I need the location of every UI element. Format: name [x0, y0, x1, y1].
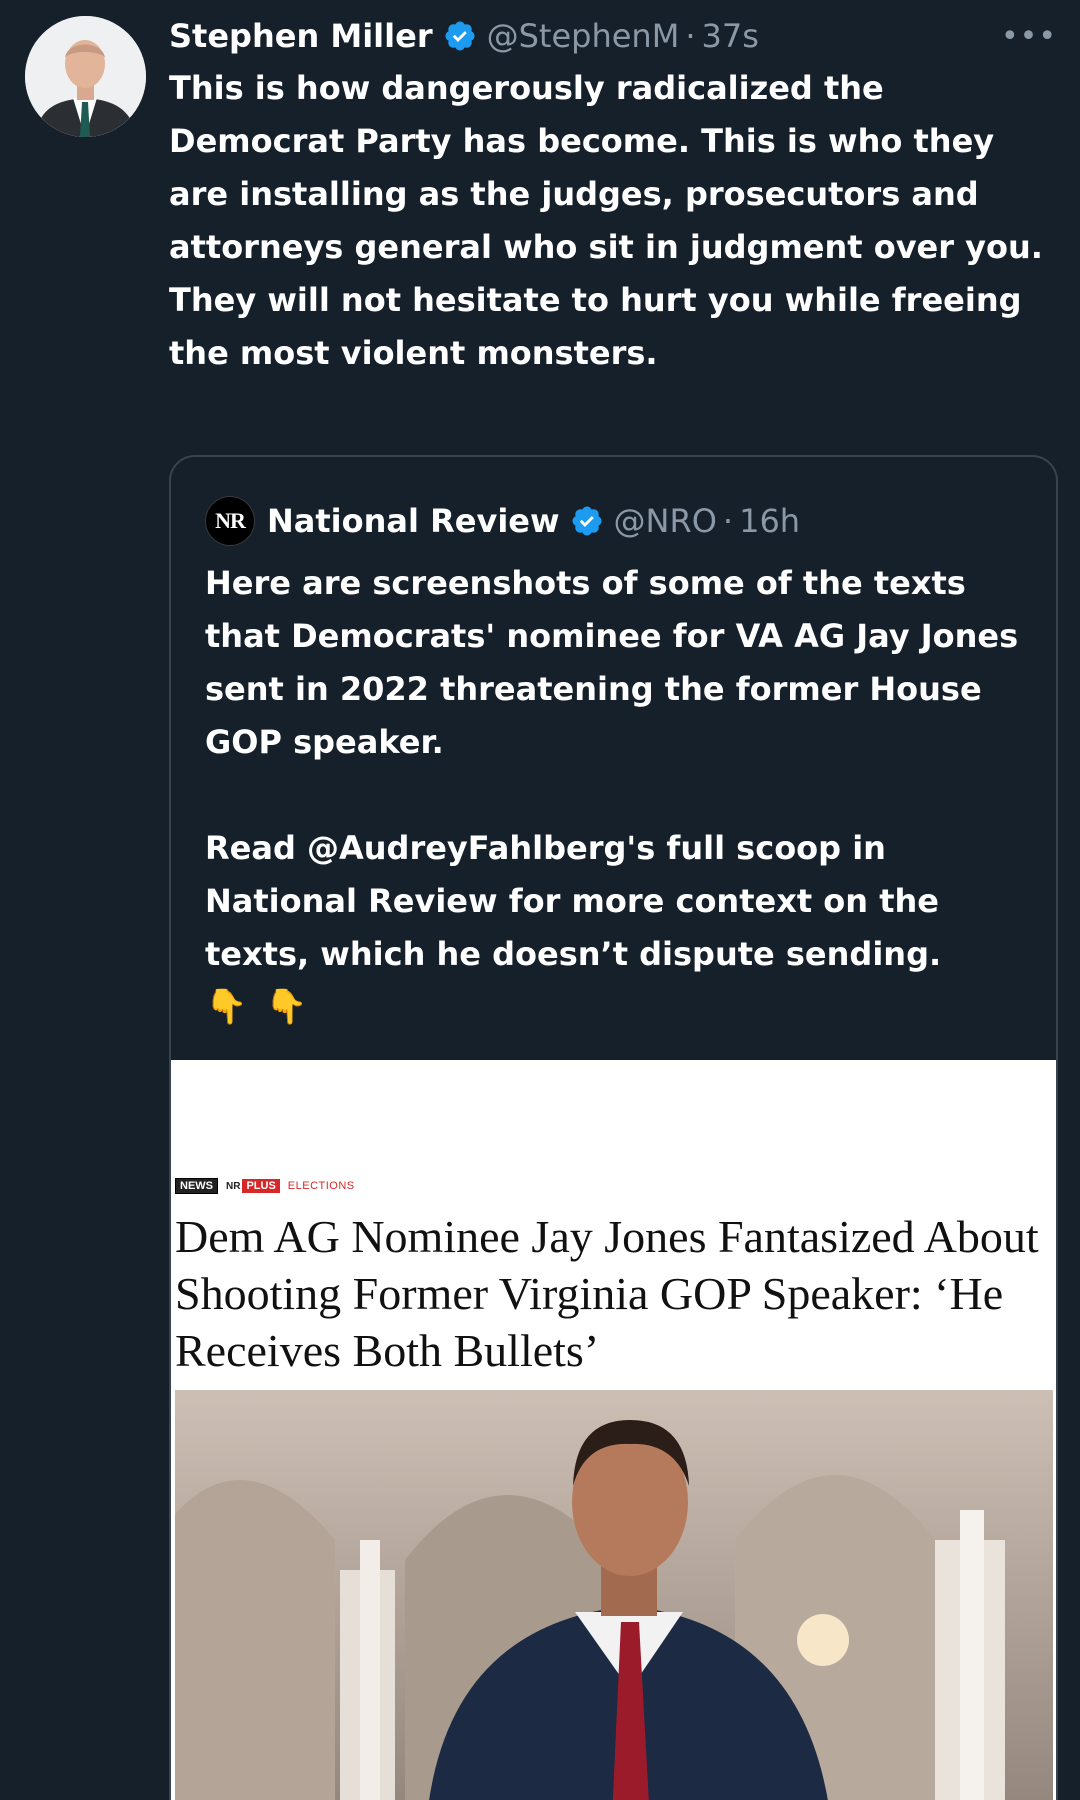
- tweet-text: This is how dangerously radicalized the …: [169, 69, 1043, 372]
- quoted-author-handle[interactable]: @NRO: [614, 502, 717, 540]
- tweet-timestamp[interactable]: 37s: [701, 17, 758, 55]
- quoted-tweet-card[interactable]: NR National Review @NRO · 16h Here are s…: [169, 455, 1058, 1800]
- more-horizontal-icon[interactable]: •••: [1001, 16, 1056, 56]
- separator-dot: ·: [722, 502, 734, 540]
- verified-badge-icon: [570, 504, 604, 538]
- tweet-media-image[interactable]: NEWS NR PLUS ELECTIONS Dem AG Nominee Ja…: [171, 1060, 1056, 1800]
- author-name[interactable]: Stephen Miller: [169, 17, 433, 55]
- quoted-tweet-header: NR National Review @NRO · 16h: [205, 496, 800, 546]
- verified-badge-icon: [443, 19, 477, 53]
- pointing-down-icon: 👇: [205, 987, 248, 1027]
- author-avatar[interactable]: [25, 16, 146, 137]
- separator-dot: ·: [685, 17, 696, 55]
- quoted-paragraph-2: Read @AudreyFahlberg's full scoop in Nat…: [205, 829, 942, 973]
- tag-plus: PLUS: [242, 1179, 280, 1193]
- tweet-header: Stephen Miller @StephenM · 37s: [169, 14, 759, 58]
- article-tags: NEWS NR PLUS ELECTIONS: [175, 1178, 355, 1194]
- tag-nr: NR: [226, 1180, 241, 1192]
- article-headline: Dem AG Nominee Jay Jones Fantasized Abou…: [175, 1211, 1039, 1376]
- article-photo: [175, 1390, 1053, 1800]
- quoted-author-name[interactable]: National Review: [267, 502, 560, 540]
- tag-news: NEWS: [175, 1178, 218, 1194]
- quoted-author-avatar[interactable]: NR: [205, 496, 255, 546]
- quoted-paragraph-1: Here are screenshots of some of the text…: [205, 564, 1019, 761]
- quoted-tweet-timestamp[interactable]: 16h: [739, 502, 800, 540]
- pointing-down-icon: 👇: [265, 987, 308, 1027]
- author-handle[interactable]: @StephenM: [487, 17, 680, 55]
- quoted-tweet-text: Here are screenshots of some of the text…: [205, 557, 1045, 1034]
- tag-elections: ELECTIONS: [287, 1180, 355, 1192]
